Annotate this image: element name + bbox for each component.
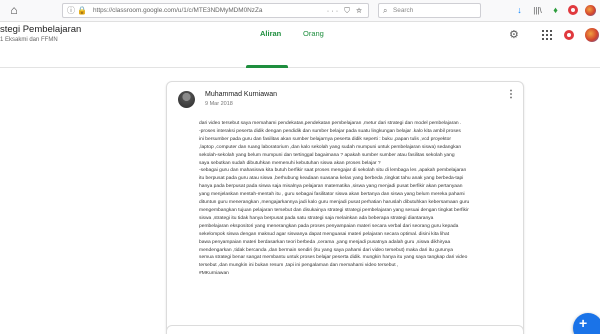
post-date: 9 Mar 2018 bbox=[205, 101, 233, 107]
post-line: dari video tersebut saya memahami pendek… bbox=[199, 121, 462, 126]
class-subtitle: 1 Eksakmi dan FFMN bbox=[0, 37, 58, 43]
post-line: bawa penyampaian materi berdasarkan teor… bbox=[199, 239, 451, 245]
author-avatar[interactable] bbox=[178, 91, 195, 108]
search-bar[interactable]: ⌕ Search bbox=[378, 3, 481, 18]
active-tab-indicator bbox=[246, 65, 288, 68]
post-body: dari video tersebut saya memahami pendek… bbox=[199, 120, 517, 300]
page-actions-icon[interactable]: ··· ⛉ ☆ bbox=[327, 5, 364, 17]
account-avatar[interactable] bbox=[585, 28, 599, 42]
download-icon[interactable]: ↓ bbox=[514, 5, 525, 16]
stream-post-card: Muhammad Kurniawan 9 Mar 2018 ⋮ dari vid… bbox=[166, 81, 524, 334]
post-line: -sebagai guru dan mahasiswa kita butuh b… bbox=[199, 168, 467, 174]
add-icon: + bbox=[579, 315, 588, 331]
post-line: mendengarkan ,tidak bercanda ,dan bermai… bbox=[199, 247, 453, 253]
extension-ring-icon[interactable] bbox=[564, 30, 574, 40]
post-line: #MKurniawan bbox=[199, 271, 229, 277]
post-line: dituntun guru menerangkan ,mengajarkanny… bbox=[199, 200, 470, 206]
post-line: siswa ,strategi itu tidak hanya berpusat… bbox=[199, 215, 434, 221]
home-icon[interactable]: ⌂ bbox=[7, 3, 21, 17]
extension-leaf-icon[interactable]: ♦ bbox=[550, 5, 561, 16]
extension-icons: ↓ |||\ ♦ bbox=[514, 3, 596, 17]
tab-people[interactable]: Orang bbox=[303, 29, 324, 38]
settings-icon[interactable]: ⚙ bbox=[509, 30, 519, 41]
url-text[interactable]: https://classroom.google.com/u/1/c/MTE3N… bbox=[93, 6, 262, 16]
post-line: semua strategi benar sangat membantu unt… bbox=[199, 255, 468, 261]
post-line: pembelajaran ekspositori yang menerangka… bbox=[199, 223, 459, 229]
url-bar[interactable]: ⓘ 🔒 https://classroom.google.com/u/1/c/M… bbox=[62, 3, 369, 18]
tab-stream[interactable]: Aliran bbox=[260, 29, 281, 38]
browser-toolbar: ⌂ ⓘ 🔒 https://classroom.google.com/u/1/c… bbox=[0, 0, 600, 22]
post-line: ,laptop ,computer dan ruang laboratorium… bbox=[199, 144, 462, 150]
post-line: hanya pada berpusat pada siswa saja misa… bbox=[199, 184, 463, 190]
add-button[interactable]: + bbox=[573, 313, 600, 334]
post-line: sekolah-sekolah yang belum mumpuni dan t… bbox=[199, 152, 455, 158]
search-icon: ⌕ bbox=[383, 6, 388, 15]
extension-ring-icon[interactable] bbox=[568, 5, 578, 15]
post-line: yang menjelaskan mentah-mentah itu , gur… bbox=[199, 192, 465, 198]
post-line: ini bersumber pada guru dan fasilitas ak… bbox=[199, 136, 452, 142]
class-title[interactable]: stegi Pembelajaran bbox=[0, 24, 81, 35]
post-line: tersebut ,dan mungkin ini bukan resum ,t… bbox=[199, 263, 399, 269]
apps-grid-icon[interactable] bbox=[542, 30, 552, 40]
post-line: saya sebutkan sudah dibutuhkan memenuhi … bbox=[199, 160, 381, 166]
post-line: itu berpusat pada guru atau siswa ,berhu… bbox=[199, 176, 464, 182]
next-post-card bbox=[166, 325, 524, 334]
search-input[interactable]: Search bbox=[393, 6, 413, 16]
more-options-icon[interactable]: ⋮ bbox=[506, 90, 516, 100]
post-author: Muhammad Kurniawan bbox=[205, 91, 277, 98]
site-info-icon[interactable]: ⓘ 🔒 bbox=[67, 5, 87, 17]
post-line: mengembangkan tujuan pelajaran tersebut … bbox=[199, 207, 469, 213]
post-line: -proses interaksi peserta didik dengan p… bbox=[199, 128, 461, 134]
post-line: sekelompok siswa dengan maksud agar sisw… bbox=[199, 231, 450, 237]
browser-profile-icon[interactable] bbox=[585, 4, 596, 16]
library-icon[interactable]: |||\ bbox=[532, 5, 543, 16]
